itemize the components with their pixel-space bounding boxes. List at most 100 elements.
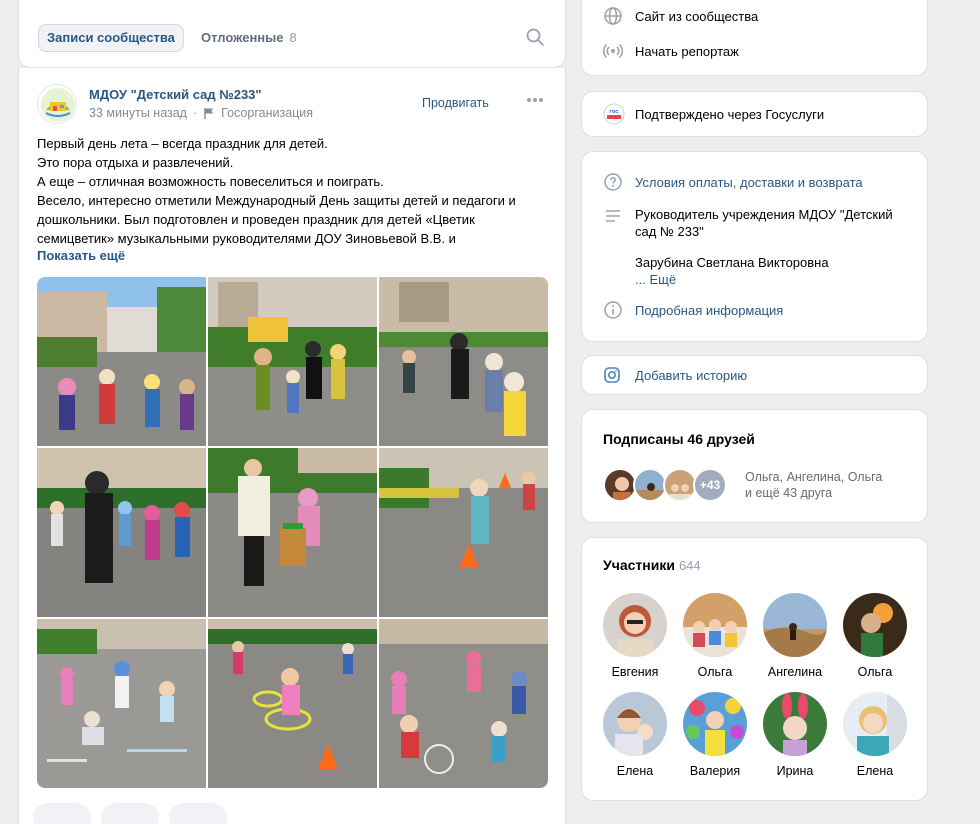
org-type: Госорганизация (221, 106, 314, 120)
description-more-link[interactable]: ... Ещё (635, 271, 893, 288)
gallery-photo[interactable] (379, 448, 548, 617)
community-avatar[interactable] (37, 84, 77, 124)
details-link[interactable]: Подробная информация (603, 300, 783, 320)
flag-icon (204, 108, 214, 119)
svg-text:ГОС: ГОС (609, 109, 619, 114)
friends-subscribed-card: Подписаны 46 друзей +43 Ольга, Ангелина,… (581, 409, 928, 523)
add-story-button[interactable]: Добавить историю (603, 366, 747, 384)
gallery-photo[interactable] (208, 448, 377, 617)
post-text: Первый день лета – всегда праздник для д… (37, 134, 547, 248)
friend-avatar (663, 468, 697, 502)
question-circle-icon (604, 173, 622, 191)
start-report-label: Начать репортаж (635, 43, 739, 59)
gallery-photo[interactable] (37, 277, 206, 446)
member-name: Ольга (697, 665, 733, 679)
tab-postponed[interactable]: Отложенные 8 (201, 24, 297, 52)
friends-title[interactable]: Подписаны 46 друзей (603, 431, 755, 447)
start-report-link[interactable]: Начать репортаж (603, 41, 739, 61)
gallery-photo[interactable] (37, 448, 206, 617)
broadcast-icon (603, 43, 623, 59)
gosuslugi-label: Подтверждено через Госуслуги (635, 106, 825, 122)
add-story-label: Добавить историю (635, 367, 748, 383)
site-link-label: Сайт из сообщества (635, 8, 759, 24)
wall-tabs-card: Записи сообщества Отложенные 8 (18, 0, 566, 68)
members-card: Участники 644 Евгения Ольга Ангелина Ольг… (581, 537, 928, 801)
post-meta: 33 минуты назад · Госорганизация (89, 106, 313, 120)
member[interactable]: Ангелина (755, 593, 835, 679)
member-avatar (763, 692, 827, 756)
member-avatar (843, 593, 907, 657)
photo-gallery (37, 277, 548, 788)
share-button[interactable] (169, 803, 227, 824)
tab-community-posts[interactable]: Записи сообщества (38, 24, 184, 52)
tab-postponed-label: Отложенные (201, 30, 284, 45)
member-avatar (683, 593, 747, 657)
gallery-photo[interactable] (37, 619, 206, 788)
gallery-photo[interactable] (208, 277, 377, 446)
description: Руководитель учреждения МДОУ "Детский са… (635, 206, 893, 288)
member-name: Ольга (857, 665, 893, 679)
gosuslugi-card: ГОС Подтверждено через Госуслуги (581, 91, 928, 137)
details-label: Подробная информация (635, 302, 784, 318)
post-time[interactable]: 33 минуты назад (89, 106, 187, 120)
members-title[interactable]: Участники 644 (603, 557, 701, 573)
site-link[interactable]: Сайт из сообщества (603, 6, 758, 26)
text-lines-icon (606, 210, 620, 222)
gallery-photo[interactable] (379, 619, 548, 788)
friend-names[interactable]: Ольга, Ангелина, Ольга и ещё 43 друга (745, 469, 882, 501)
friend-avatar (603, 468, 637, 502)
member-avatar (683, 692, 747, 756)
post-text-line: Первый день лета – всегда праздник для д… (37, 136, 328, 151)
terms-link[interactable]: Условия оплаты, доставки и возврата (603, 172, 863, 192)
search-icon[interactable] (525, 27, 545, 47)
friend-avatar (633, 468, 667, 502)
comment-button[interactable] (101, 803, 159, 824)
post-card: МДОУ "Детский сад №233" 33 минуты назад … (18, 68, 566, 824)
gallery-photo[interactable] (208, 619, 377, 788)
more-icon[interactable] (525, 94, 545, 106)
description-name: Зарубина Светлана Викторовна (635, 255, 829, 270)
member-name: Ангелина (767, 665, 823, 679)
community-links-card: Сайт из сообщества Начать репортаж (581, 0, 928, 76)
like-button[interactable] (33, 803, 91, 824)
member-name: Елена (856, 764, 894, 778)
post-text-line: Это пора отдыха и развлечений. (37, 155, 234, 170)
gosuslugi-row[interactable]: ГОС Подтверждено через Госуслуги (603, 103, 824, 125)
community-info-card: Условия оплаты, доставки и возврата Руко… (581, 151, 928, 342)
member[interactable]: Валерия (675, 692, 755, 778)
description-line: сад № 233" (635, 224, 704, 239)
member[interactable]: Елена (835, 692, 915, 778)
member[interactable]: Ольга (835, 593, 915, 679)
member[interactable]: Ольга (675, 593, 755, 679)
member[interactable]: Евгения (595, 593, 675, 679)
friend-names-more: и ещё 43 друга (745, 486, 833, 500)
member-avatar (843, 692, 907, 756)
post-actions (33, 803, 227, 824)
terms-label: Условия оплаты, доставки и возврата (635, 174, 863, 190)
gosuslugi-badge-icon: ГОС (603, 103, 625, 125)
post-text-line: дошкольники. Был подготовлен и проведен … (37, 212, 475, 227)
friend-names-line: Ольга, Ангелина, Ольга (745, 470, 883, 484)
meta-separator: · (192, 106, 198, 120)
description-line: Руководитель учреждения МДОУ "Детский (635, 207, 893, 222)
show-more-link[interactable]: Показать ещё (37, 248, 125, 263)
gallery-photo[interactable] (379, 277, 548, 446)
promote-button[interactable]: Продвигать (422, 96, 489, 110)
member[interactable]: Ирина (755, 692, 835, 778)
friend-avatars[interactable]: +43 (603, 468, 727, 502)
tab-postponed-count: 8 (289, 30, 297, 45)
member-avatar (603, 593, 667, 657)
member-name: Елена (616, 764, 654, 778)
post-text-line: Весело, интересно отметили Международный… (37, 193, 516, 208)
member-name: Ирина (776, 764, 814, 778)
member-name: Валерия (689, 764, 741, 778)
globe-icon (604, 7, 622, 25)
post-text-line: А еще – отличная возможность повеселитьс… (37, 174, 384, 189)
members-count: 644 (678, 558, 701, 573)
post-author[interactable]: МДОУ "Детский сад №233" (89, 87, 262, 102)
member[interactable]: Елена (595, 692, 675, 778)
post-text-line: семицветик» музыкальными руководителями … (37, 231, 456, 246)
member-avatar (763, 593, 827, 657)
member-name: Евгения (611, 665, 659, 679)
more-friends-badge: +43 (693, 468, 727, 502)
